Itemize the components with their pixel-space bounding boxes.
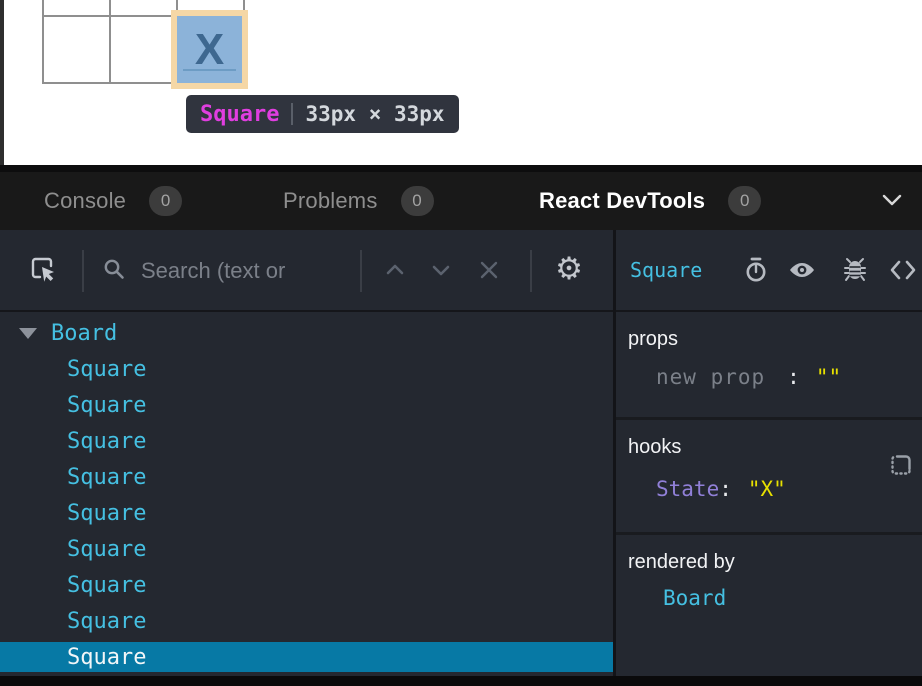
component-label: Square — [67, 537, 146, 562]
tree-row-square[interactable]: Square — [0, 570, 613, 600]
browser-page: X Square 33px × 33px — [0, 0, 922, 165]
square-cell-value: X — [195, 28, 224, 72]
element-size-tooltip: Square 33px × 33px — [186, 95, 459, 133]
parse-hook-names-icon[interactable] — [888, 452, 914, 478]
tree-row-square[interactable]: Square — [0, 498, 613, 528]
component-label: Board — [51, 321, 117, 346]
inspected-element-panel: props new prop : "" hooks State : "X" — [616, 312, 922, 676]
tooltip-dimensions: 33px × 33px — [305, 102, 444, 126]
section-title: props — [628, 328, 922, 351]
tab-label: Console — [44, 188, 126, 214]
window-edge — [0, 0, 4, 165]
devtools-tabbar: Console 0 Problems 0 React DevTools 0 — [0, 172, 922, 230]
tab-badge: 0 — [728, 186, 761, 216]
prop-colon: : — [787, 365, 800, 389]
tab-badge: 0 — [401, 186, 434, 216]
component-label: Square — [67, 645, 146, 670]
board-cell[interactable] — [111, 0, 178, 17]
inspect-element-icon[interactable] — [27, 253, 59, 285]
clear-search-icon[interactable] — [477, 258, 501, 282]
bug-icon[interactable] — [841, 256, 869, 284]
section-title: rendered by — [628, 551, 922, 574]
owner-link[interactable]: Board — [663, 586, 922, 610]
toolbar-divider — [82, 250, 84, 292]
component-label: Square — [67, 357, 146, 382]
toolbar-divider — [530, 250, 532, 292]
hook-name: State — [656, 477, 719, 501]
inspect-highlight-padding: X — [171, 10, 248, 89]
props-section: props new prop : "" — [616, 328, 922, 420]
search-icon — [101, 256, 127, 282]
chevron-down-icon[interactable] — [882, 192, 902, 210]
tooltip-component-name: Square — [200, 102, 279, 127]
chevron-down-icon[interactable] — [429, 258, 453, 282]
toolbar-divider — [360, 250, 362, 292]
inspect-highlight-content[interactable]: X — [177, 16, 242, 83]
prop-key[interactable]: new prop — [656, 365, 765, 389]
tree-row-board[interactable]: Board — [0, 318, 613, 348]
component-label: Square — [67, 573, 146, 598]
component-label: Square — [67, 393, 146, 418]
devtools-top-border — [0, 165, 922, 172]
tab-console[interactable]: Console 0 — [44, 172, 182, 230]
inspected-component-name: Square — [630, 258, 702, 282]
gear-icon[interactable]: ⚙ — [552, 246, 586, 292]
board-cell[interactable] — [44, 17, 111, 84]
board-cell[interactable] — [44, 0, 111, 17]
component-label: Square — [67, 465, 146, 490]
devtools-window: X Square 33px × 33px Console 0 Problems … — [0, 0, 922, 686]
component-tree: Board Square Square Square Square Square… — [0, 312, 613, 676]
tree-row-square[interactable]: Square — [0, 426, 613, 456]
react-devtools-toolbar: ⚙ Square — [0, 230, 922, 312]
chevron-up-icon[interactable] — [383, 258, 407, 282]
board-cell[interactable] — [111, 17, 178, 84]
component-label: Square — [67, 429, 146, 454]
tree-row-square[interactable]: Square — [0, 354, 613, 384]
tab-badge: 0 — [149, 186, 182, 216]
prop-row[interactable]: new prop : "" — [656, 365, 922, 389]
inspect-highlight-border — [183, 69, 236, 71]
tree-row-square[interactable]: Square — [0, 534, 613, 564]
tab-problems[interactable]: Problems 0 — [283, 172, 434, 230]
section-title: hooks — [628, 436, 922, 459]
tree-row-square[interactable]: Square — [0, 462, 613, 492]
hooks-section: hooks State : "X" — [616, 436, 922, 535]
prop-value[interactable]: "" — [816, 365, 841, 389]
tree-row-square[interactable]: Square — [0, 390, 613, 420]
tree-row-square[interactable]: Square — [0, 606, 613, 636]
stopwatch-icon[interactable] — [742, 256, 770, 284]
component-label: Square — [67, 501, 146, 526]
search-input[interactable] — [141, 250, 353, 292]
window-bottom-edge — [0, 676, 922, 686]
hook-value[interactable]: "X" — [748, 477, 786, 501]
hook-row[interactable]: State : "X" — [656, 477, 922, 501]
rendered-by-section: rendered by Board — [616, 551, 922, 648]
tree-row-square-selected[interactable]: Square — [0, 642, 613, 672]
tooltip-divider — [291, 103, 293, 125]
eye-icon[interactable] — [787, 256, 815, 284]
expander-triangle-icon[interactable] — [19, 328, 37, 339]
tab-label: React DevTools — [539, 188, 705, 214]
hook-colon: : — [719, 477, 732, 501]
tab-react-devtools[interactable]: React DevTools 0 — [539, 172, 761, 230]
code-brackets-icon[interactable] — [888, 256, 916, 284]
component-label: Square — [67, 609, 146, 634]
tab-label: Problems — [283, 188, 378, 214]
